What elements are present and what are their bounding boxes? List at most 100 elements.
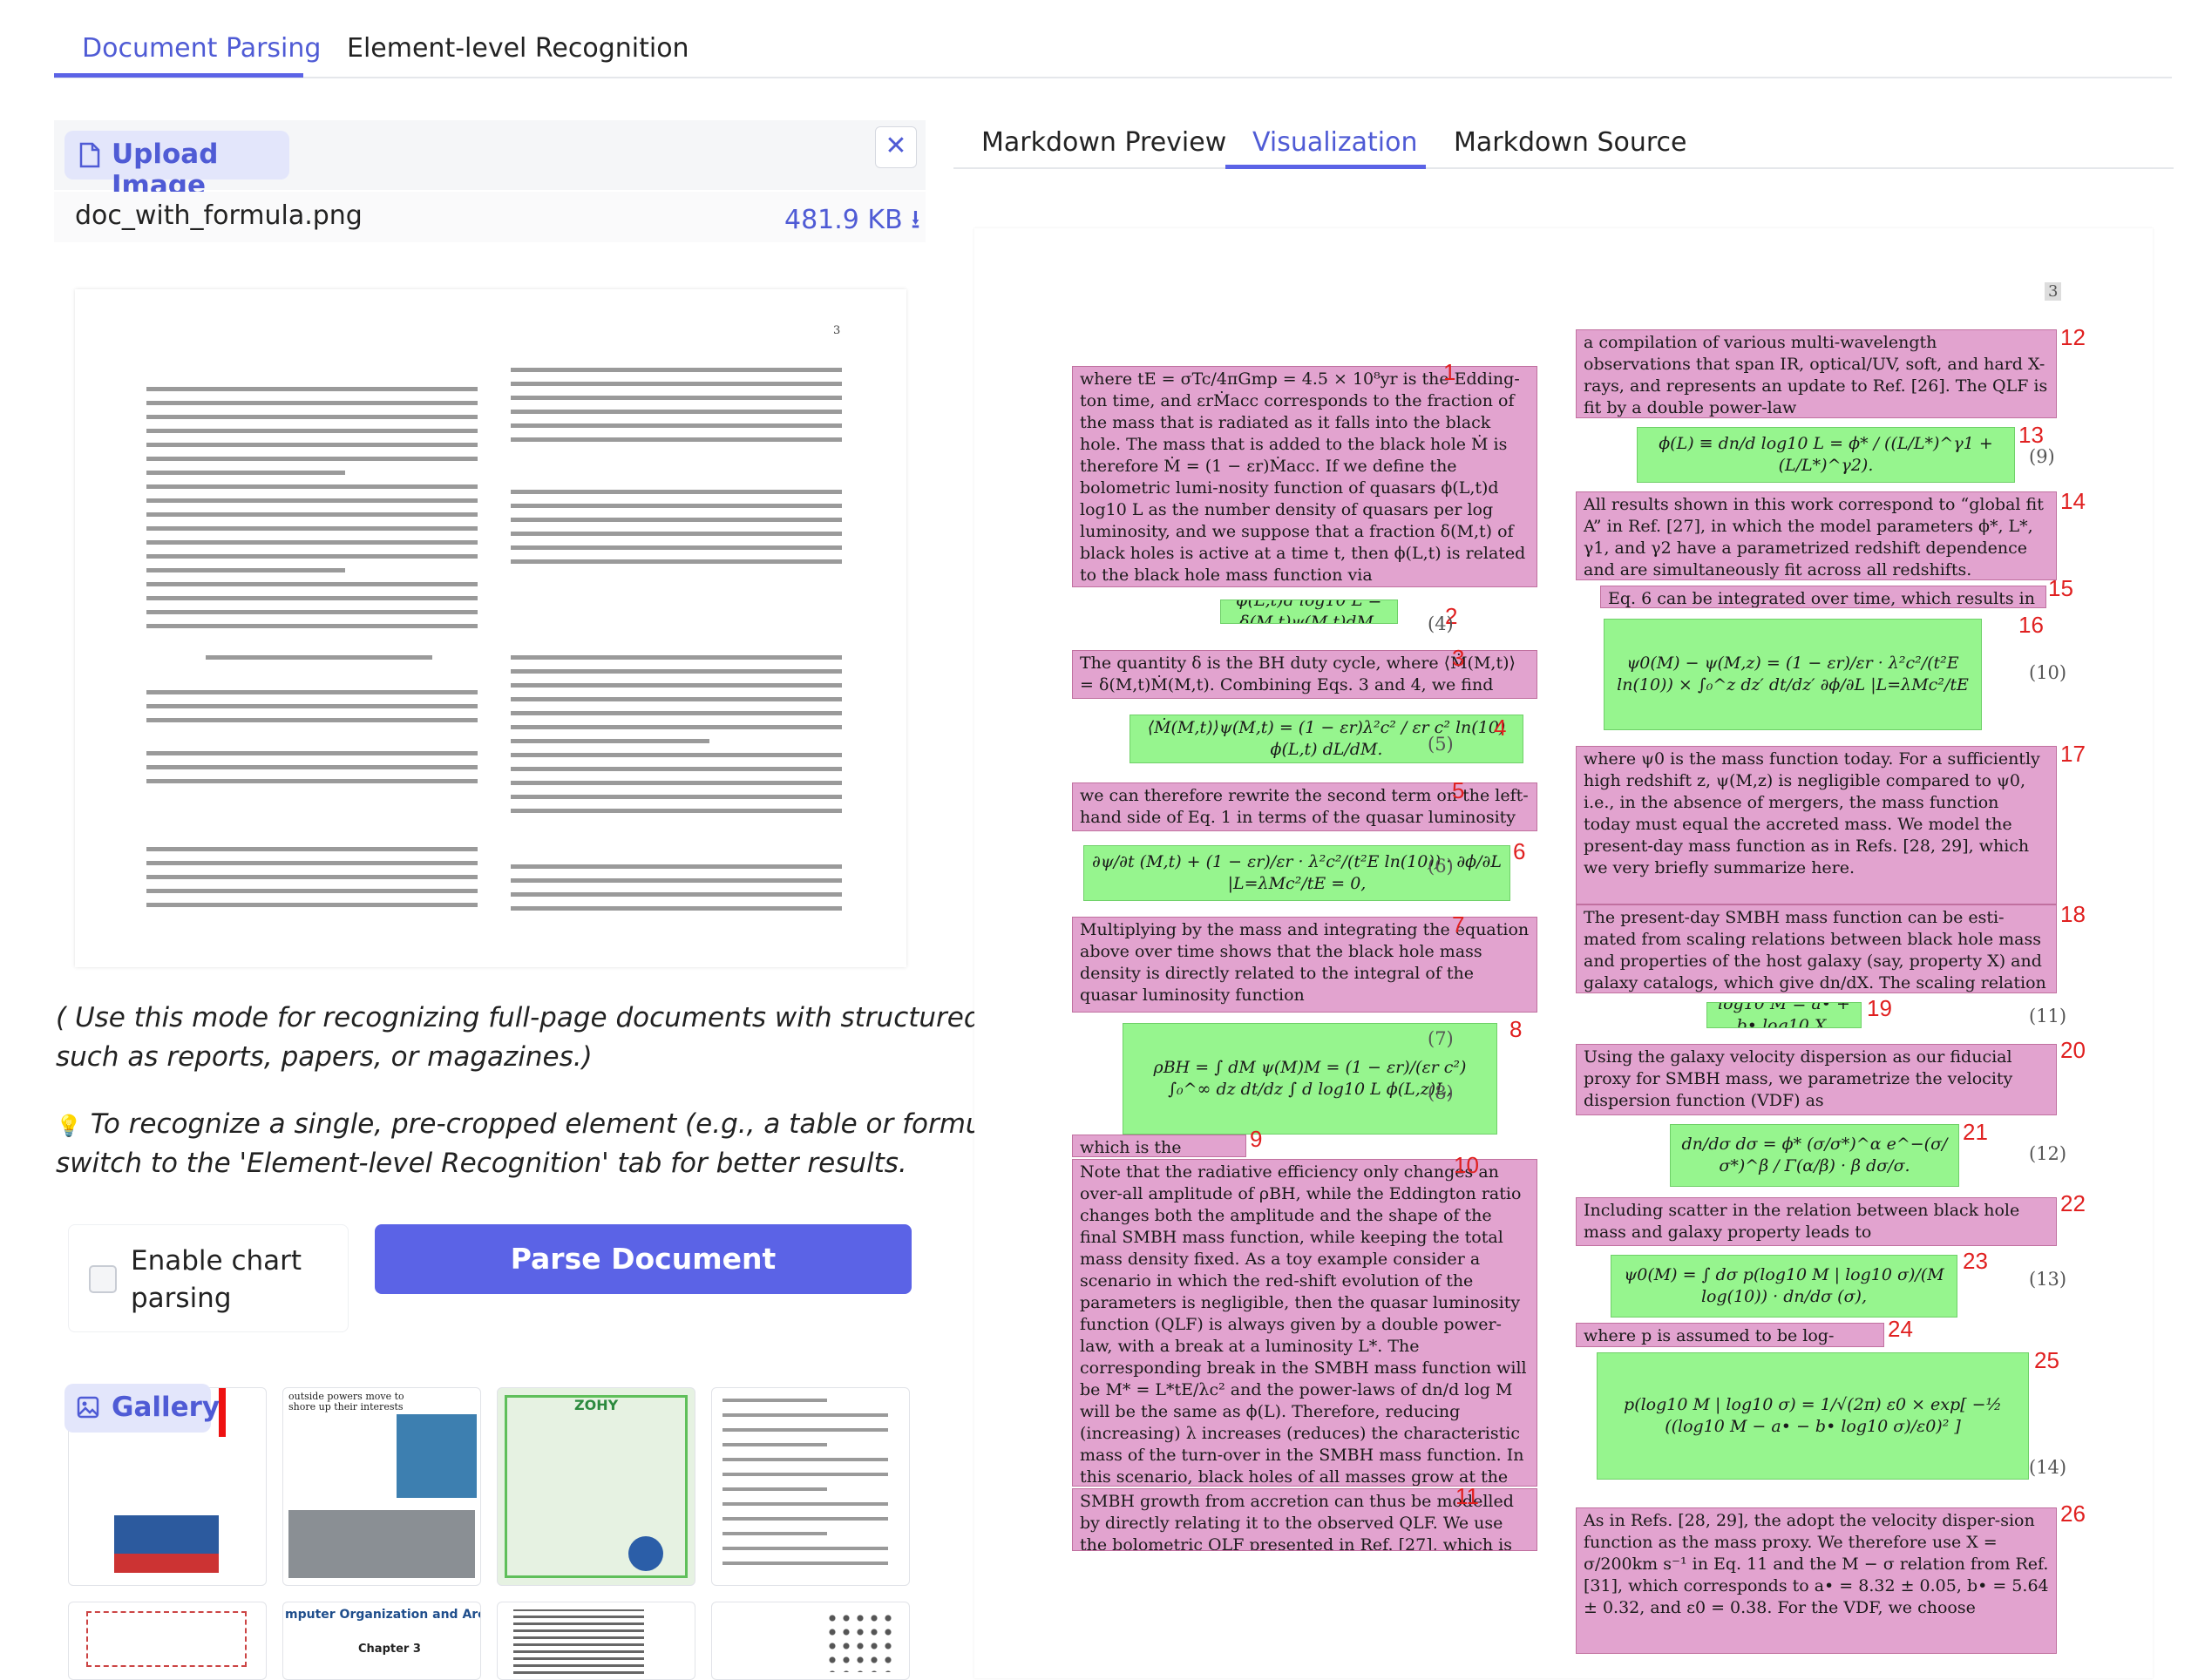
- equation-block-25: p(log10 M | log10 σ) = 1/√(2π) ε0 × exp[…: [1597, 1352, 2029, 1480]
- preview-text-line: [146, 471, 345, 475]
- preview-text-line: [146, 875, 478, 879]
- preview-text-line: [146, 690, 478, 694]
- tab-markdown-preview[interactable]: Markdown Preview: [981, 127, 1226, 158]
- preview-text-line: [146, 401, 478, 405]
- thumb-text-line: [722, 1413, 888, 1417]
- thumb-text-line: [722, 1443, 827, 1446]
- thumb-text-line: [722, 1547, 888, 1550]
- enable-chart-parsing-label[interactable]: Enable chart parsing: [131, 1243, 322, 1318]
- block-label: 16: [2018, 612, 2044, 638]
- tab-document-parsing[interactable]: Document Parsing: [82, 33, 321, 64]
- preview-text-line: [146, 540, 478, 545]
- mode-note-line2: such as reports, papers, or magazines.): [56, 1041, 593, 1073]
- thumb-text-line: [722, 1487, 827, 1491]
- file-size-download-link[interactable]: 481.9 KB ⭳: [784, 200, 920, 245]
- preview-text-line: [146, 718, 478, 722]
- preview-text-line: [146, 847, 478, 851]
- preview-text-line: [511, 753, 842, 757]
- preview-text-line: [146, 861, 478, 865]
- preview-text-line: [146, 903, 478, 907]
- seal-icon: [628, 1536, 663, 1571]
- thumb-text-line: [722, 1532, 827, 1535]
- parse-document-button[interactable]: Parse Document: [375, 1224, 912, 1294]
- preview-text-line: [511, 781, 842, 785]
- equation-number: (5): [1428, 734, 1454, 755]
- text-block-20: Using the galaxy velocity dispersion as …: [1576, 1044, 2057, 1115]
- preview-text-line: [511, 410, 842, 414]
- lightbulb-icon: 💡: [56, 1114, 82, 1138]
- preview-text-line: [511, 795, 842, 799]
- preview-text-line: [146, 526, 478, 531]
- text-block-15: Eq. 6 can be integrated over time, which…: [1600, 586, 2046, 608]
- text-block-24: where p is assumed to be log-normal: [1576, 1323, 1884, 1347]
- tab-markdown-source[interactable]: Markdown Source: [1454, 127, 1687, 158]
- preview-text-line: [146, 779, 478, 783]
- block-label: 24: [1888, 1316, 1913, 1342]
- preview-text-line: [511, 767, 842, 771]
- hint-note-line2: switch to the 'Element-level Recognition…: [56, 1148, 907, 1179]
- equation-block-13: ϕ(L) ≡ dn/d log10 L = ϕ* / ((L/L*)^γ1 + …: [1637, 427, 2015, 483]
- text-block-22: Including scatter in the relation betwee…: [1576, 1197, 2057, 1246]
- text-block-10: Note that the radiative efficiency only …: [1072, 1159, 1537, 1487]
- gallery-thumb-2[interactable]: outside powers move to shore up their in…: [282, 1387, 481, 1586]
- text-block-1: where tE = σTc/4πGmp = 4.5 × 10⁸yr is th…: [1072, 366, 1537, 587]
- block-label: 22: [2060, 1190, 2086, 1216]
- block-label: 3: [1452, 645, 1465, 671]
- block-label: 11: [1455, 1483, 1479, 1509]
- preview-text-line: [511, 437, 842, 442]
- gallery-thumb-8[interactable]: [711, 1602, 910, 1680]
- preview-text-line: [511, 739, 709, 743]
- gallery-thumb-4[interactable]: [711, 1387, 910, 1586]
- preview-text-line: [511, 382, 842, 386]
- equation-block-19: log10 M = a• + b• log10 X.: [1706, 1002, 1862, 1028]
- equation-number: (7): [1428, 1028, 1454, 1049]
- thumb-photo: [397, 1414, 477, 1498]
- preview-text-line: [146, 512, 478, 517]
- thumb-text-line: [722, 1517, 888, 1521]
- gallery-thumb-3[interactable]: ZOHY: [497, 1387, 695, 1586]
- block-label: 18: [2060, 901, 2086, 927]
- block-label: 20: [2060, 1037, 2086, 1063]
- gallery-thumb-5[interactable]: [68, 1602, 267, 1680]
- tab-divider: [54, 77, 2172, 78]
- clear-upload-button[interactable]: ✕: [875, 126, 917, 168]
- gallery-thumb-7[interactable]: [497, 1602, 695, 1680]
- block-label: 7: [1452, 911, 1465, 938]
- block-label: 17: [2060, 741, 2086, 767]
- page-number: 3: [2045, 282, 2062, 301]
- equation-number: (11): [2029, 1006, 2067, 1026]
- block-label: 6: [1513, 838, 1526, 864]
- text-block-9: which is the Soltan argument [30].: [1072, 1135, 1246, 1157]
- active-right-tab-indicator: [1225, 165, 1426, 169]
- equation-number: (8): [1428, 1082, 1454, 1103]
- preview-text-line: [146, 765, 478, 769]
- preview-text-line: [511, 490, 842, 494]
- thumb-text-line: [722, 1458, 888, 1461]
- thumb-text-line: [722, 1502, 888, 1506]
- preview-text-line: [511, 559, 842, 564]
- block-label: 21: [1963, 1119, 1988, 1145]
- preview-text-line: [146, 751, 478, 755]
- preview-text-line: [511, 423, 842, 428]
- block-label: 9: [1250, 1126, 1263, 1152]
- preview-text-line: [146, 498, 478, 503]
- preview-text-line: [146, 484, 478, 489]
- block-label: 19: [1867, 995, 1892, 1021]
- tab-visualization[interactable]: Visualization: [1252, 127, 1418, 158]
- right-tab-divider: [953, 167, 2174, 169]
- text-block-18: The present-day SMBH mass function can b…: [1576, 904, 2057, 993]
- tab-element-recognition[interactable]: Element-level Recognition: [347, 33, 689, 64]
- file-icon: [78, 142, 101, 172]
- block-label: 14: [2060, 488, 2086, 514]
- equation-number: (12): [2029, 1143, 2067, 1164]
- gallery-thumb-6[interactable]: mputer Organization and Architectur Chap…: [282, 1602, 481, 1680]
- preview-text-line: [146, 889, 478, 893]
- equation-block-23: ψ0(M) = ∫ dσ p(log10 M | log10 σ)/(M log…: [1611, 1255, 1957, 1318]
- enable-chart-parsing-checkbox[interactable]: [89, 1265, 117, 1293]
- preview-text-line: [146, 457, 478, 461]
- preview-text-line: [511, 892, 842, 897]
- preview-text-line: [511, 545, 842, 550]
- text-block-12: a compilation of various multi-wavelengt…: [1576, 329, 2057, 418]
- block-label: 8: [1509, 1016, 1523, 1042]
- block-label: 4: [1494, 715, 1507, 741]
